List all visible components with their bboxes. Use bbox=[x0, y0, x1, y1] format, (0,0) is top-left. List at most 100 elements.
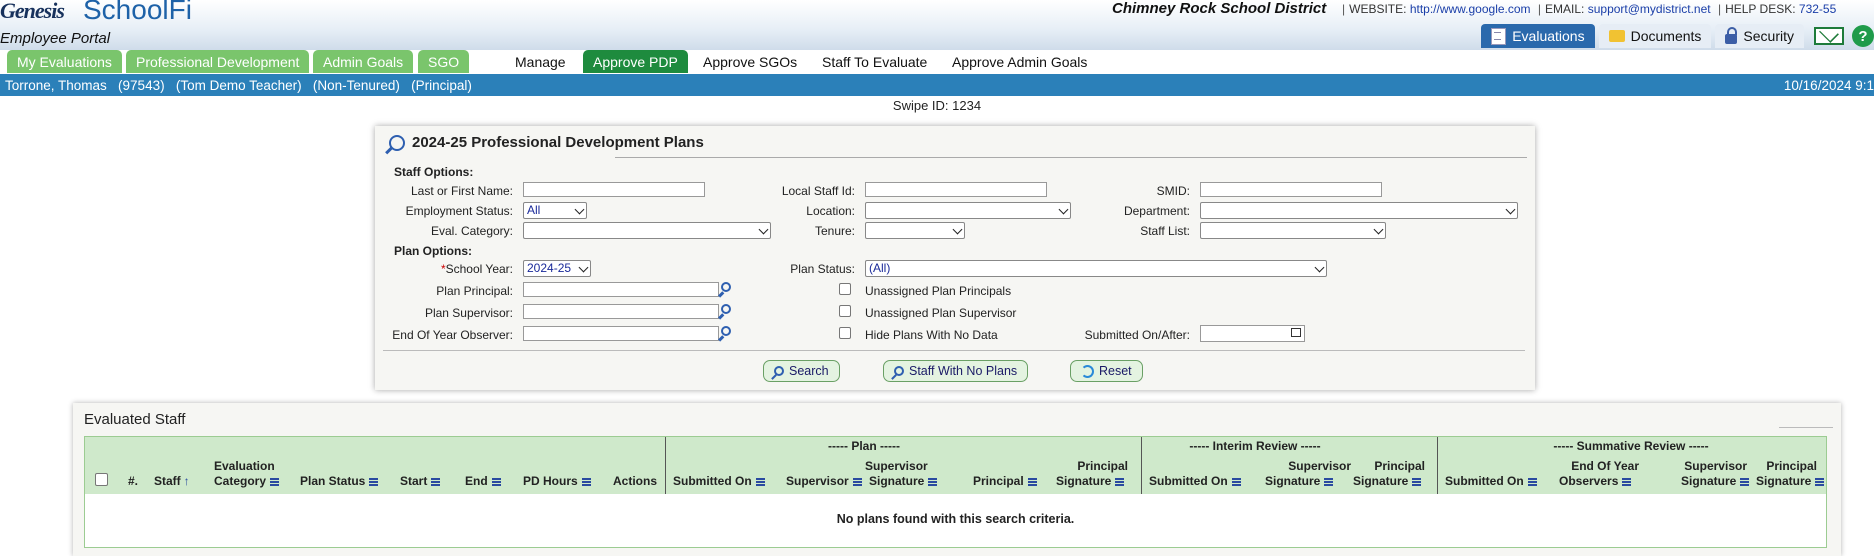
nav-admin-goals[interactable]: Admin Goals bbox=[313, 50, 414, 73]
plan-supervisor-input[interactable] bbox=[523, 304, 719, 319]
divider bbox=[1779, 427, 1833, 428]
help-icon[interactable]: ? bbox=[1852, 25, 1874, 47]
department-select[interactable] bbox=[1200, 202, 1518, 219]
sort-icon bbox=[1412, 477, 1422, 486]
chevron-down-icon bbox=[758, 224, 769, 235]
col-label: Submitted On bbox=[1445, 474, 1524, 488]
help-phone[interactable]: 732-55 bbox=[1799, 2, 1836, 16]
staff-no-plans-button[interactable]: Staff With No Plans bbox=[883, 360, 1029, 382]
swipe-id: Swipe ID: 1234 bbox=[892, 98, 982, 113]
col-plan-status[interactable]: Plan Status bbox=[300, 474, 379, 488]
nav-bar: My Evaluations Professional Development … bbox=[0, 50, 1874, 74]
col-summative-submitted-on[interactable]: Submitted On bbox=[1445, 474, 1537, 488]
col-plan-supervisor[interactable]: Supervisor bbox=[786, 474, 862, 488]
employment-status-label: Employment Status: bbox=[405, 204, 513, 218]
tab-security[interactable]: Security bbox=[1715, 24, 1804, 48]
mail-icon[interactable] bbox=[1814, 27, 1844, 45]
col-label: Signature bbox=[1353, 474, 1409, 488]
sort-icon bbox=[1527, 477, 1537, 486]
website-label: WEBSITE: bbox=[1349, 2, 1407, 16]
staff-list-select[interactable] bbox=[1200, 222, 1386, 239]
calendar-icon[interactable] bbox=[1291, 328, 1301, 337]
col-actions: Actions bbox=[613, 474, 658, 488]
nav-staff-to-evaluate[interactable]: Staff To Evaluate bbox=[814, 50, 935, 73]
name-input[interactable] bbox=[523, 182, 705, 197]
nav-sgo[interactable]: SGO bbox=[418, 50, 470, 73]
unassigned-principals-checkbox[interactable] bbox=[839, 283, 851, 295]
user-info: Torrone, Thomas (97543) (Tom Demo Teache… bbox=[5, 77, 472, 93]
folder-icon bbox=[1608, 30, 1625, 42]
group-header-plan: ----- Plan ----- bbox=[828, 439, 900, 453]
nav-approve-sgos[interactable]: Approve SGOs bbox=[695, 50, 805, 73]
col-pd-hours[interactable]: PD Hours bbox=[523, 474, 591, 488]
nav-manage[interactable]: Manage bbox=[507, 50, 574, 73]
plan-supervisor-label: Plan Supervisor: bbox=[424, 306, 513, 320]
website-link[interactable]: http://www.google.com bbox=[1410, 2, 1531, 16]
col-label: Signature bbox=[1056, 474, 1112, 488]
col-staff-label: Staff bbox=[154, 474, 181, 488]
col-summative-prin-signature[interactable]: Signature bbox=[1756, 474, 1825, 488]
unassigned-supervisor-checkbox[interactable] bbox=[839, 305, 851, 317]
col-plan-principal[interactable]: Principal bbox=[973, 474, 1037, 488]
search-button[interactable]: Search bbox=[763, 360, 840, 382]
lookup-icon[interactable] bbox=[717, 282, 733, 298]
lock-icon bbox=[1725, 26, 1738, 44]
sort-icon bbox=[755, 477, 765, 486]
plan-options-heading: Plan Options: bbox=[394, 244, 472, 258]
tab-evaluations[interactable]: Evaluations bbox=[1481, 24, 1595, 48]
divider bbox=[383, 350, 1525, 351]
col-plan-prin-sig-1: Principal bbox=[1077, 459, 1128, 473]
col-end-label: End bbox=[465, 474, 488, 488]
reset-button[interactable]: Reset bbox=[1070, 360, 1143, 382]
school-year-select[interactable]: 2024-25 bbox=[523, 260, 591, 277]
col-plan-submitted-on[interactable]: Submitted On bbox=[673, 474, 765, 488]
col-start-label: Start bbox=[400, 474, 428, 488]
document-icon bbox=[1491, 27, 1507, 45]
email-link[interactable]: support@mydistrict.net bbox=[1588, 2, 1711, 16]
tab-documents[interactable]: Documents bbox=[1598, 24, 1712, 48]
chevron-down-icon bbox=[1505, 204, 1516, 215]
nav-my-evaluations[interactable]: My Evaluations bbox=[7, 50, 122, 73]
submitted-date-input[interactable] bbox=[1200, 325, 1305, 342]
employment-status-select[interactable]: All bbox=[523, 202, 587, 219]
col-interim-prin-signature[interactable]: Signature bbox=[1353, 474, 1422, 488]
col-summative-eoy-observers[interactable]: Observers bbox=[1559, 474, 1632, 488]
panel-title: 2024-25 Professional Development Plans bbox=[389, 134, 704, 151]
smid-label: SMID: bbox=[1156, 184, 1190, 198]
col-end[interactable]: End bbox=[465, 474, 501, 488]
employment-status-value: All bbox=[527, 203, 541, 217]
plan-principal-label: Plan Principal: bbox=[436, 284, 513, 298]
col-plan-sup-signature[interactable]: Signature bbox=[869, 474, 938, 488]
plan-status-select[interactable]: (All) bbox=[865, 260, 1327, 277]
col-summative-sup-signature[interactable]: Signature bbox=[1681, 474, 1750, 488]
nav-professional-development[interactable]: Professional Development bbox=[126, 50, 310, 73]
col-interim-submitted-on[interactable]: Submitted On bbox=[1149, 474, 1241, 488]
tenure-select[interactable] bbox=[865, 222, 965, 239]
tab-label: Evaluations bbox=[1512, 28, 1585, 44]
nav-approve-pdp[interactable]: Approve PDP bbox=[583, 50, 688, 73]
plan-principal-input[interactable] bbox=[523, 282, 719, 297]
col-start[interactable]: Start bbox=[400, 474, 441, 488]
school-year-value: 2024-25 bbox=[527, 261, 572, 275]
lookup-icon[interactable] bbox=[717, 304, 733, 320]
select-all-checkbox[interactable] bbox=[95, 473, 108, 486]
location-select[interactable] bbox=[865, 202, 1071, 219]
group-header-summative: ----- Summative Review ----- bbox=[1553, 439, 1709, 453]
col-label: Submitted On bbox=[1149, 474, 1228, 488]
smid-input[interactable] bbox=[1200, 182, 1382, 197]
lookup-icon[interactable] bbox=[717, 326, 733, 342]
nav-approve-admin-goals[interactable]: Approve Admin Goals bbox=[944, 50, 1095, 73]
col-staff[interactable]: Staff ↑ bbox=[154, 474, 190, 488]
grid-header: ----- Plan ----- ----- Interim Review --… bbox=[85, 437, 1826, 494]
chevron-down-icon bbox=[952, 224, 963, 235]
local-id-input[interactable] bbox=[865, 182, 1047, 197]
hide-no-data-checkbox[interactable] bbox=[839, 327, 851, 339]
sort-icon bbox=[928, 477, 938, 486]
eval-category-select[interactable] bbox=[523, 222, 771, 239]
eoy-observer-input[interactable] bbox=[523, 326, 719, 341]
col-plan-prin-signature[interactable]: Signature bbox=[1056, 474, 1125, 488]
col-eval-category[interactable]: Category bbox=[214, 474, 280, 488]
col-interim-sup-signature[interactable]: Signature bbox=[1265, 474, 1334, 488]
col-label: Principal bbox=[973, 474, 1024, 488]
col-interim-prin-sig-1: Principal bbox=[1374, 459, 1425, 473]
